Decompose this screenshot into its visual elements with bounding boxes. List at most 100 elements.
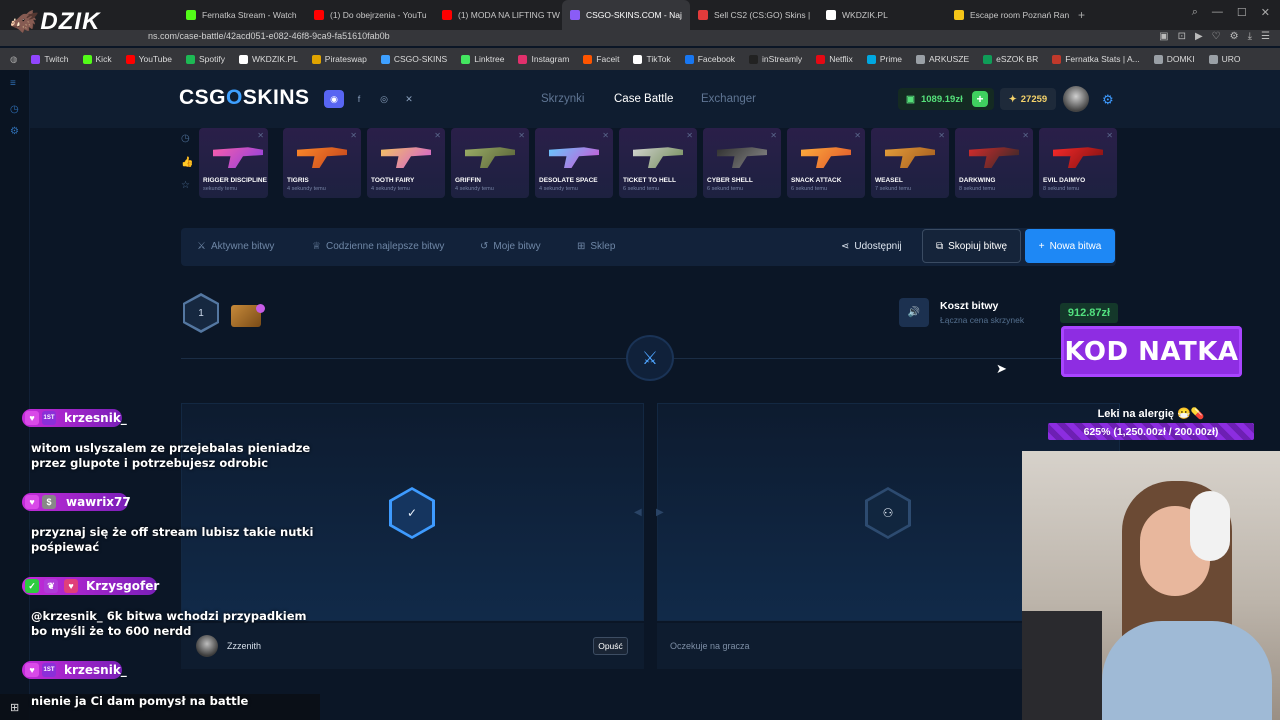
live-drop-card[interactable]: ✕ WEASEL 7 sekund temu	[871, 128, 949, 198]
drop-time: 4 sekundy temu	[539, 186, 578, 192]
left-rail: ≡ ◷ ⚙	[0, 70, 30, 720]
extension-icon[interactable]: ♡	[1212, 31, 1221, 42]
live-drop-card[interactable]: ✕ TIGRIS 4 sekundy temu	[283, 128, 361, 198]
bookmark-item[interactable]: eSZOK BR	[983, 54, 1038, 64]
chat-username: Krzysgofer	[86, 579, 160, 593]
live-drop-card[interactable]: ✕ RIGGER DISCIPLINE sekundy temu	[199, 128, 268, 198]
drop-name: WEASEL	[875, 177, 903, 184]
browser-tab-active[interactable]: CSGO-SKINS.COM - Naj	[562, 0, 690, 30]
settings-icon[interactable]: ⚙	[10, 126, 19, 137]
star-icon[interactable]: ☆	[181, 180, 190, 191]
bookmark-item[interactable]: CSGO-SKINS	[380, 54, 447, 64]
leave-battle-button[interactable]: Opuść	[593, 637, 628, 655]
tab-favicon	[570, 10, 580, 20]
live-drop-card[interactable]: ✕ EVIL DAIMYO 8 sekund temu	[1039, 128, 1117, 198]
drop-name: TIGRIS	[287, 177, 309, 184]
browser-tab[interactable]: (1) Do obejrzenia - YouTu	[306, 0, 434, 30]
live-drop-card[interactable]: ✕ TICKET TO HELL 6 sekund temu	[619, 128, 697, 198]
bookmark-item[interactable]: Faceit	[583, 54, 619, 64]
live-drop-card[interactable]: ✕ CYBER SHELL 6 sekund temu	[703, 128, 781, 198]
url-text[interactable]: ns.com/case-battle/42acd051-e082-46f8-9c…	[148, 31, 390, 41]
weapon-skin-image	[801, 147, 851, 168]
weapon-skin-image	[549, 147, 599, 168]
bookmark-folder[interactable]: URO	[1208, 54, 1240, 64]
nav-cases[interactable]: Skrzynki	[541, 93, 584, 105]
extension-icon[interactable]: ▣	[1159, 31, 1168, 42]
search-icon[interactable]: ⌕	[1192, 6, 1198, 19]
chat-message: @krzesnik_ 6k bitwa wchodzi przypadkiem …	[31, 609, 307, 638]
drop-name: DESOLATE SPACE	[539, 177, 598, 184]
user-avatar[interactable]	[1063, 86, 1089, 112]
extension-icon[interactable]: ⊡	[1178, 31, 1186, 42]
bookmark-item[interactable]: Prime	[866, 54, 902, 64]
extension-icon[interactable]: ⚙	[1230, 31, 1239, 42]
share-button[interactable]: ⋖ Udostępnij	[841, 241, 902, 252]
windows-start-icon[interactable]: ⊞	[10, 701, 19, 714]
active-battles-link[interactable]: ⚔ Aktywne bitwy	[197, 241, 274, 252]
bookmark-item[interactable]: inStreamly	[749, 54, 802, 64]
live-drop-card[interactable]: ✕ DESOLATE SPACE 4 sekundy temu	[535, 128, 613, 198]
download-icon[interactable]: ⤓	[1248, 31, 1252, 42]
x-icon[interactable]: ✕	[400, 91, 418, 107]
heart-badge-icon: ♥	[64, 579, 78, 593]
bookmark-item[interactable]: Pirateswap	[311, 54, 367, 64]
live-drop-card[interactable]: ✕ SNACK ATTACK 6 sekund temu	[787, 128, 865, 198]
live-drop-card[interactable]: ✕ DARKWING 8 sekund temu	[955, 128, 1033, 198]
tab-favicon	[826, 10, 836, 20]
bookmark-folder[interactable]: ARKUSZE	[916, 54, 969, 64]
bookmark-item[interactable]: Facebook	[684, 54, 735, 64]
maximize-icon[interactable]: ☐	[1237, 6, 1247, 19]
new-tab-button[interactable]: +	[1078, 0, 1085, 30]
bookmark-item[interactable]: WKDZIK.PL	[238, 54, 298, 64]
my-battles-link[interactable]: ↺ Moje bitwy	[480, 241, 541, 252]
shop-link[interactable]: ⊞ Sklep	[577, 241, 615, 252]
sound-toggle-button[interactable]: 🔊	[899, 298, 929, 327]
waiting-for-player: Oczekuje na gracza	[670, 641, 750, 651]
new-battle-button[interactable]: + Nowa bitwa	[1025, 229, 1115, 263]
nav-case-battle[interactable]: Case Battle	[614, 93, 673, 105]
bookmark-item[interactable]: TikTok	[633, 54, 671, 64]
best-battles-link[interactable]: ♕ Codzienne najlepsze bitwy	[312, 241, 444, 252]
gear-icon[interactable]: ⚙	[1102, 92, 1114, 108]
discord-icon[interactable]: ◉	[324, 90, 344, 108]
browser-tab[interactable]: Sell CS2 (CS:GO) Skins |	[690, 0, 818, 30]
bookmark-item[interactable]: Fernatka Stats | A...	[1052, 54, 1140, 64]
rarity-icon: ✕	[350, 131, 357, 140]
live-drop-card[interactable]: ✕ TOOTH FAIRY 4 sekundy temu	[367, 128, 445, 198]
menu-icon[interactable]: ☰	[1261, 31, 1270, 42]
bookmark-item[interactable]: Instagram	[518, 54, 569, 64]
browser-tab[interactable]: Escape room Poznań Ran	[946, 0, 1074, 30]
chat-username: krzesnik_	[64, 663, 127, 677]
drop-time: 6 sekund temu	[707, 186, 744, 192]
menu-icon[interactable]: ≡	[10, 78, 16, 89]
bookmark-item[interactable]: Twitch	[31, 54, 69, 64]
bookmark-icon	[461, 54, 471, 64]
instagram-icon[interactable]: ◎	[375, 91, 393, 107]
coins-display[interactable]: ✦ 27259	[1000, 88, 1056, 110]
bookmark-item[interactable]: Linktree	[461, 54, 504, 64]
bookmark-item[interactable]: Spotify	[185, 54, 225, 64]
clock-icon[interactable]: ◷	[10, 104, 19, 115]
thumbs-up-icon[interactable]: 👍	[181, 157, 193, 168]
bookmark-icon	[185, 54, 195, 64]
extension-icon[interactable]: ▶	[1195, 31, 1203, 42]
bookmark-item[interactable]: Kick	[82, 54, 112, 64]
browser-tab[interactable]: Fernatka Stream - Watch	[178, 0, 306, 30]
balance-display[interactable]: ▣ 1089.19zł +	[898, 88, 994, 110]
browser-tab[interactable]: WKDZIK.PL	[818, 0, 946, 30]
close-icon[interactable]: ✕	[1261, 6, 1270, 19]
bookmark-item[interactable]: YouTube	[125, 54, 172, 64]
wallet-icon: ▣	[906, 93, 915, 105]
copy-battle-button[interactable]: ⧉ Skopiuj bitwę	[922, 229, 1021, 263]
history-icon[interactable]: ◷	[181, 133, 190, 144]
deposit-button[interactable]: +	[972, 91, 988, 107]
minimize-icon[interactable]: —	[1212, 6, 1223, 19]
live-drop-card[interactable]: ✕ GRIFFIN 4 sekundy temu	[451, 128, 529, 198]
nav-exchanger[interactable]: Exchanger	[701, 93, 756, 105]
bookmark-item[interactable]: Netflix	[816, 54, 853, 64]
browser-tab[interactable]: (1) MODA NA LIFTING TW	[434, 0, 562, 30]
bookmark-folder[interactable]: DOMKI	[1153, 54, 1195, 64]
weapon-skin-image	[297, 147, 347, 168]
facebook-icon[interactable]: f	[350, 91, 368, 107]
site-logo[interactable]: CSGOSKINS	[179, 86, 310, 110]
